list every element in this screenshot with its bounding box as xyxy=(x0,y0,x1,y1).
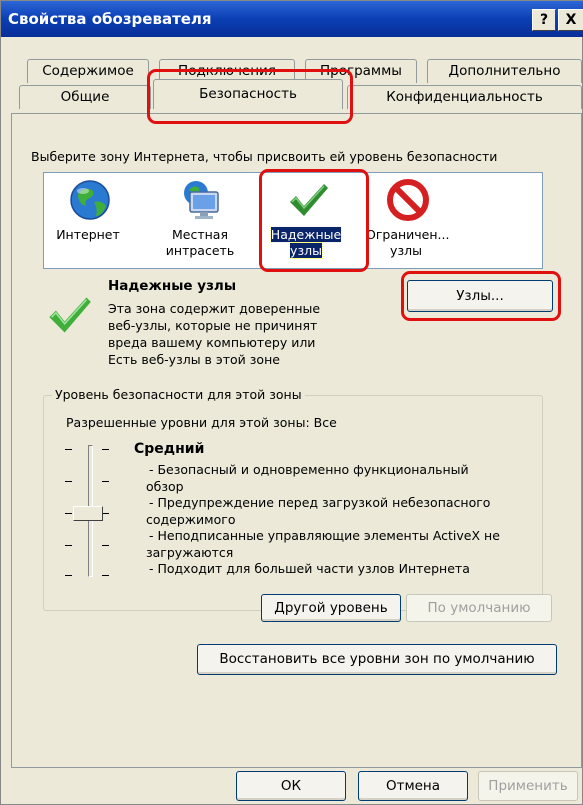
trusted-checkmark-icon xyxy=(49,297,91,333)
zone-instruction: Выберите зону Интернета, чтобы присвоить… xyxy=(31,149,498,164)
help-button[interactable]: ? xyxy=(532,9,556,31)
reset-all-zones-button[interactable]: Восстановить все уровни зон по умолчанию xyxy=(197,644,557,675)
slider-tick xyxy=(102,513,109,514)
security-level-bullets: - Безопасный и одновременно функциональн… xyxy=(146,462,500,578)
zone-local-intranet[interactable]: Местная интрасеть xyxy=(160,173,240,268)
cancel-button[interactable]: Отмена xyxy=(358,771,468,801)
slider-tick xyxy=(65,449,72,450)
level-bullet: - Предупреждение перед загрузкой небезоп… xyxy=(149,495,491,510)
security-level-slider[interactable] xyxy=(65,439,125,583)
default-level-button[interactable]: По умолчанию xyxy=(406,594,552,622)
highlight-trusted-zone xyxy=(259,169,369,272)
apply-button[interactable]: Применить xyxy=(478,771,578,801)
security-level-name: Средний xyxy=(134,441,205,457)
prohibited-icon xyxy=(387,179,429,221)
level-bullet: обзор xyxy=(146,478,184,494)
slider-tick xyxy=(65,545,72,546)
slider-thumb[interactable] xyxy=(73,506,103,521)
tab-general[interactable]: Общие xyxy=(19,85,151,109)
slider-tick xyxy=(65,481,72,482)
highlight-security-tab xyxy=(147,69,353,124)
selected-zone-title: Надежные узлы xyxy=(108,278,237,294)
zone-restricted-sites-label: Ограничен... узлы xyxy=(366,227,450,258)
slider-tick xyxy=(65,575,72,576)
security-level-group-title: Уровень безопасности для этой зоны xyxy=(52,387,305,402)
tab-privacy[interactable]: Конфиденциальность xyxy=(347,85,582,109)
slider-tick xyxy=(102,449,109,450)
slider-tick xyxy=(102,575,109,576)
slider-tick xyxy=(102,545,109,546)
level-bullet: содержимого xyxy=(146,511,236,527)
level-bullet: - Безопасный и одновременно функциональн… xyxy=(149,462,469,477)
title-bar: Свойства обозревателя ? X xyxy=(1,1,583,37)
zone-local-intranet-label: Местная интрасеть xyxy=(165,227,235,258)
tab-advanced[interactable]: Дополнительно xyxy=(427,59,582,83)
level-bullet: - Подходит для большей части узлов Интер… xyxy=(149,561,470,576)
custom-level-button[interactable]: Другой уровень xyxy=(261,594,401,622)
intranet-monitor-icon xyxy=(184,181,219,219)
tab-content[interactable]: Содержимое xyxy=(27,59,149,83)
level-bullet: - Неподписанные управляющие элементы Act… xyxy=(149,528,500,543)
highlight-sites-button xyxy=(401,271,561,321)
internet-options-dialog: Свойства обозревателя ? X Содержимое Под… xyxy=(0,0,583,805)
level-bullet: загружаются xyxy=(146,544,234,560)
globe-icon xyxy=(70,180,110,220)
zone-restricted-sites[interactable]: Ограничен... узлы xyxy=(366,173,450,268)
selected-zone-description: Эта зона содержит доверенные веб-узлы, к… xyxy=(108,301,321,367)
close-button[interactable]: X xyxy=(558,9,583,31)
zone-internet[interactable]: Интернет xyxy=(48,173,128,268)
slider-tick xyxy=(65,513,72,514)
window-title: Свойства обозревателя xyxy=(8,10,212,28)
zone-internet-label: Интернет xyxy=(56,227,120,242)
slider-tick xyxy=(102,481,109,482)
allowed-levels-text: Разрешенные уровни для этой зоны: Все xyxy=(66,415,337,430)
ok-button[interactable]: ОК xyxy=(236,771,346,801)
